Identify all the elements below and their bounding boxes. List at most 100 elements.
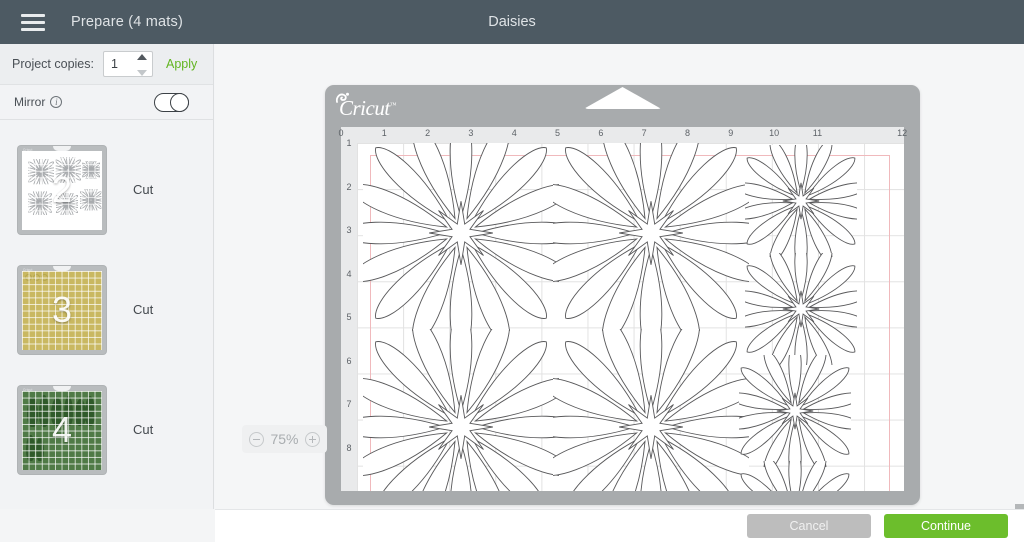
- ruler-tick-label: 10: [769, 128, 780, 138]
- mat-list-item[interactable]: Cricut 4 Cut: [0, 377, 213, 482]
- mat-number: 2: [51, 169, 73, 210]
- quantity-value: 1: [110, 57, 118, 71]
- mat-action-label: Cut: [133, 422, 154, 437]
- daisy-shape[interactable]: [357, 305, 583, 491]
- mat-tab-icon: [583, 87, 662, 109]
- hamburger-bar: [21, 27, 45, 31]
- hamburger-icon[interactable]: [21, 13, 45, 31]
- continue-button[interactable]: Continue: [884, 514, 1008, 538]
- hamburger-bar: [21, 13, 45, 17]
- ruler-tick-label: 8: [346, 442, 352, 453]
- ruler-tick-h: 1: [382, 127, 427, 143]
- mat-action-label: Cut: [133, 302, 154, 317]
- chevron-down-icon[interactable]: [136, 70, 147, 76]
- ruler-tick-label: 8: [684, 128, 690, 138]
- ruler-tick-v: 3: [341, 225, 357, 274]
- ruler-tick-v: 1: [341, 138, 357, 187]
- info-icon[interactable]: i: [50, 96, 63, 108]
- ruler-tick-label: 5: [346, 312, 352, 322]
- ruler-tick-label: 7: [641, 128, 647, 138]
- daisy-shape[interactable]: [529, 143, 773, 355]
- ruler-tick-label: 3: [346, 225, 352, 235]
- daisy-shape[interactable]: [733, 239, 869, 379]
- ruler-tick-label: 7: [346, 399, 352, 409]
- footer-actions: Cancel Continue: [215, 509, 1024, 542]
- mat-thumbnail[interactable]: Cricut 3: [18, 265, 106, 354]
- ruler-tick-h: 12: [861, 127, 908, 143]
- ruler-tick-v: 7: [341, 399, 357, 448]
- zoom-out-icon[interactable]: [249, 431, 265, 447]
- quantity-stepper[interactable]: 1: [102, 51, 153, 77]
- daisy-shape[interactable]: [733, 143, 869, 271]
- artwork-layer[interactable]: [357, 143, 904, 491]
- ruler-tick-label: 0: [338, 128, 344, 138]
- ruler-tick-v: 6: [341, 356, 357, 405]
- ruler-horizontal: 0 1 2 3 4 5 6 7 8 9 10 11 12: [338, 127, 908, 143]
- mirror-row: Mirror i: [0, 85, 213, 120]
- mat-thumbnail[interactable]: Cricut 4: [18, 385, 106, 474]
- zoom-control[interactable]: 75%: [242, 425, 327, 453]
- toggle-knob: [170, 92, 189, 112]
- trademark-symbol: ™: [389, 101, 397, 109]
- apply-button[interactable]: Apply: [166, 57, 197, 71]
- ruler-tick-h: 7: [642, 127, 687, 143]
- mat-list-item[interactable]: Cricut 2 Cut: [0, 137, 213, 242]
- mat-action-label: Cut: [133, 182, 154, 197]
- ruler-vertical: 1 2 3 4 5 6 7 8: [341, 138, 357, 491]
- ruler-tick-v: 5: [341, 312, 357, 361]
- daisy-shape[interactable]: [739, 447, 851, 491]
- ruler-tick-h: 8: [685, 127, 731, 143]
- stepper-arrows: [136, 54, 147, 76]
- ruler-tick-label: 5: [555, 128, 561, 138]
- ruler-tick-v: 4: [341, 269, 357, 318]
- mat-number: 3: [51, 289, 73, 330]
- app-header: Prepare (4 mats): [0, 0, 1024, 44]
- daisy-shape[interactable]: [727, 341, 863, 481]
- ruler-tick-h: 3: [468, 127, 514, 143]
- page-title: Prepare (4 mats): [71, 14, 183, 30]
- daisy-shape[interactable]: [529, 305, 773, 491]
- ruler-tick-h: 4: [512, 127, 557, 143]
- left-panel: Project copies: 1 Apply Mirror i Cricut: [0, 44, 214, 509]
- mat-list-item[interactable]: Cricut 3 Cut: [0, 257, 213, 362]
- mat-surface: 3: [22, 270, 102, 350]
- ruler-tick-label: 2: [346, 181, 352, 192]
- zoom-in-icon[interactable]: [304, 431, 320, 447]
- ruler-tick-label: 1: [381, 128, 387, 138]
- ruler-tick-v: 2: [341, 182, 357, 231]
- cutting-mat[interactable]: Cricut™ 0 1 2 3 4 5 6 7 8 9 10 11 12 12345678: [325, 85, 920, 505]
- project-copies-row: Project copies: 1 Apply: [0, 44, 213, 85]
- mat-number: 4: [51, 409, 73, 450]
- cricut-wordmark: Cricut: [339, 96, 390, 120]
- cancel-button[interactable]: Cancel: [747, 514, 871, 538]
- ruler-tick-h: 10: [769, 127, 817, 143]
- ruler-tick-label: 6: [346, 355, 352, 366]
- ruler-tick-label: 3: [468, 128, 474, 138]
- mat-thumbnail[interactable]: Cricut 2: [18, 145, 106, 234]
- mirror-toggle[interactable]: [154, 92, 189, 112]
- app-window: Prepare (4 mats) Daisies Project copies:…: [0, 0, 1024, 542]
- zoom-level: 75%: [270, 431, 299, 447]
- ruler-tick-h: 5: [555, 127, 601, 143]
- mat-surface: 4: [22, 390, 102, 470]
- mat-list[interactable]: Cricut 2 Cut Cricut 3 Cut Cricut 4 Cut: [0, 121, 213, 509]
- hamburger-bar: [21, 20, 45, 24]
- cricut-logo: Cricut™: [339, 96, 397, 121]
- ruler-tick-label: 12: [897, 128, 908, 138]
- mirror-label: Mirror: [14, 95, 46, 109]
- ruler-tick-label: 1: [346, 138, 352, 148]
- mat-surface: 2: [22, 150, 102, 230]
- ruler-tick-h: 9: [728, 127, 774, 143]
- mat-work-area[interactable]: [357, 143, 904, 491]
- daisy-shape[interactable]: [357, 143, 583, 355]
- canvas-area: Cricut™ 0 1 2 3 4 5 6 7 8 9 10 11 12 12345678 75%: [215, 44, 1024, 509]
- ruler-tick-h: 6: [598, 127, 644, 143]
- ruler-tick-label: 4: [346, 268, 352, 279]
- footer-left-spacer: [0, 509, 215, 542]
- ruler-tick-label: 6: [598, 128, 604, 138]
- ruler-tick-label: 4: [511, 128, 517, 138]
- chevron-up-icon[interactable]: [136, 54, 147, 60]
- ruler-tick-h: 2: [425, 127, 471, 143]
- ruler-tick-label: 2: [425, 128, 431, 138]
- ruler-tick-label: 11: [812, 128, 823, 138]
